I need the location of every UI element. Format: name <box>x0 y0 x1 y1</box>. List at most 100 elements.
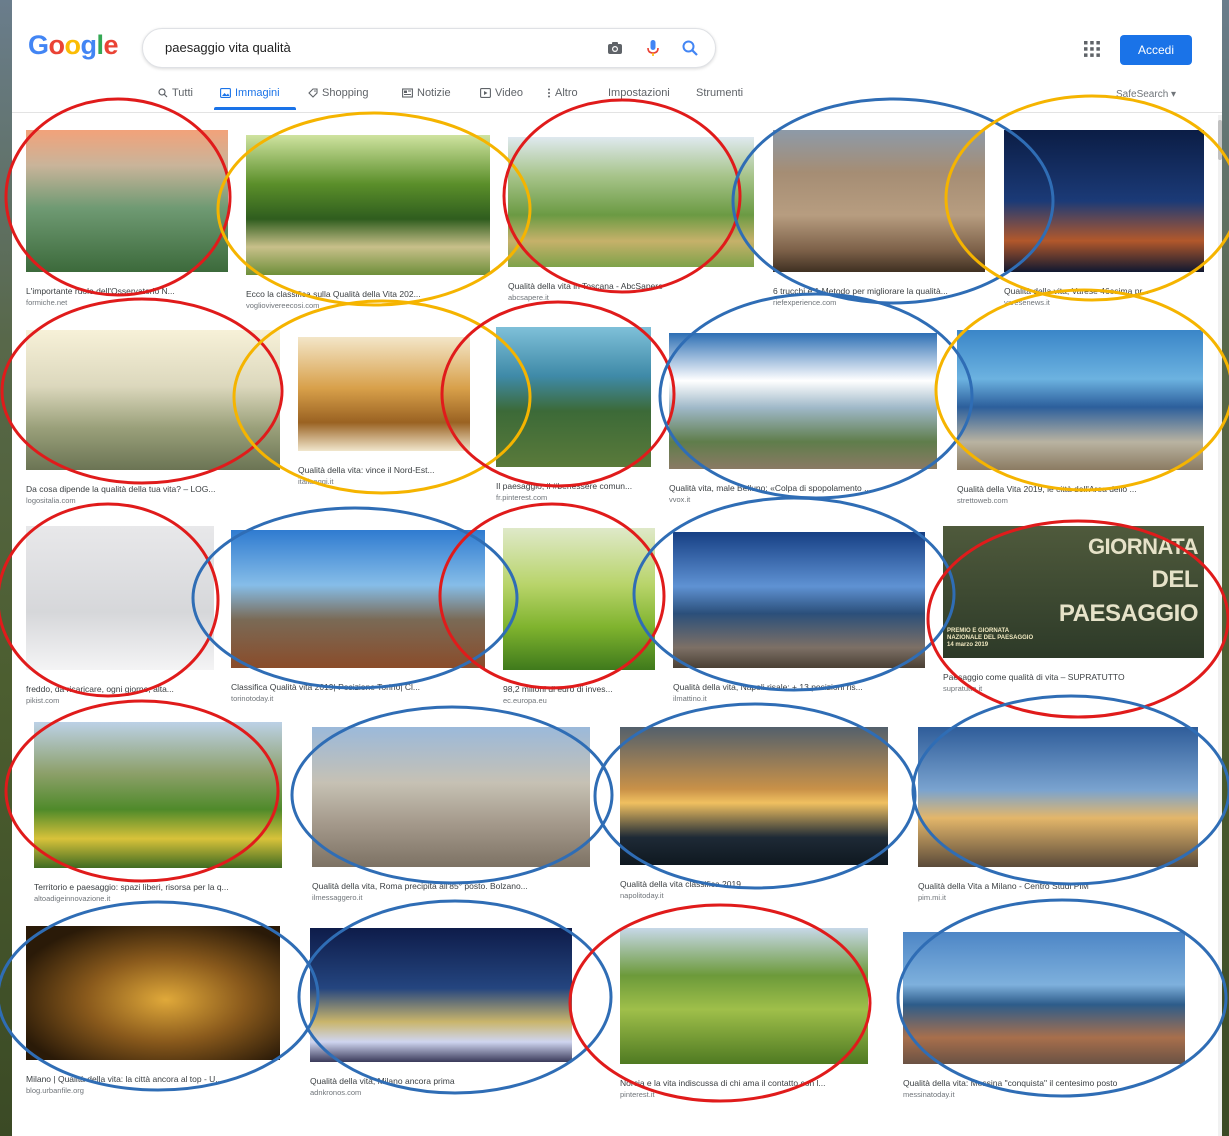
result-thumbnail[interactable] <box>903 932 1185 1064</box>
apps-grid-icon[interactable] <box>1083 40 1101 58</box>
result-caption[interactable]: Qualità della vita, Roma precipita all'8… <box>312 881 590 891</box>
image-result[interactable]: Qualità della vita, Roma precipita all'8… <box>312 727 590 902</box>
more-vert-icon <box>547 88 551 98</box>
image-result[interactable]: Il paesaggio, il #benessere comun... fr.p… <box>496 327 651 502</box>
image-result[interactable]: Classifica Qualità vita 2019| Posizione … <box>231 530 485 703</box>
result-caption[interactable]: Qualità della vita: vince il Nord-Est... <box>298 465 470 475</box>
result-caption[interactable]: Norcia e la vita indiscussa di chi ama i… <box>620 1078 868 1088</box>
result-caption[interactable]: Ecco la classifica sulla Qualità della V… <box>246 289 490 299</box>
result-thumbnail[interactable] <box>246 135 490 275</box>
result-thumbnail[interactable] <box>1004 130 1204 272</box>
result-caption[interactable]: Da cosa dipende la qualità della tua vit… <box>26 484 280 494</box>
tab-altro[interactable]: Altro <box>547 87 578 99</box>
result-thumbnail[interactable] <box>673 532 925 668</box>
search-box[interactable]: paesaggio vita qualità <box>142 28 716 68</box>
tab-label: Impostazioni <box>608 87 670 99</box>
result-source: pikist.com <box>26 696 60 705</box>
image-result[interactable]: Qualità della vita, Milano ancora prima a… <box>310 928 572 1097</box>
google-logo[interactable]: Google <box>28 30 119 61</box>
result-thumbnail[interactable] <box>669 333 937 469</box>
result-caption[interactable]: Qualità vita, male Belluno: «Colpa di sp… <box>669 483 937 493</box>
result-thumbnail[interactable] <box>620 727 888 865</box>
tab-tutti[interactable]: Tutti <box>158 87 193 99</box>
result-thumbnail[interactable] <box>26 130 228 272</box>
scrollbar-track[interactable] <box>1218 115 1222 1136</box>
result-caption[interactable]: Territorio e paesaggio: spazi liberi, ri… <box>34 882 282 892</box>
result-caption[interactable]: 6 trucchi e 1 Metodo per migliorare la q… <box>773 286 985 296</box>
result-caption[interactable]: Qualità della Vita 2019, le città dell'A… <box>957 484 1203 494</box>
search-icon[interactable] <box>680 38 700 58</box>
result-thumbnail[interactable] <box>310 928 572 1062</box>
image-result[interactable]: Norcia e la vita indiscussa di chi ama i… <box>620 928 868 1099</box>
result-caption[interactable]: Milano | Qualità della vita: la città an… <box>26 1074 280 1084</box>
result-caption[interactable]: Qualità della vita, Milano ancora prima <box>310 1076 572 1086</box>
result-caption[interactable]: Classifica Qualità vita 2019| Posizione … <box>231 682 485 692</box>
signin-button[interactable]: Accedi <box>1120 35 1192 65</box>
image-result[interactable]: Qualità della Vita 2019, le città dell'A… <box>957 330 1203 505</box>
result-caption[interactable]: freddo, da ricaricare, ogni giorno, alta… <box>26 684 214 694</box>
tab-label: Strumenti <box>696 87 744 99</box>
image-result[interactable]: GIORNATA DEL PAESAGGIO PREMIO E GIORNATA NAZ… <box>943 526 1204 693</box>
result-caption[interactable]: Qualità della vita, Napoli risale: + 13 … <box>673 682 925 692</box>
tab-video[interactable]: Video <box>480 87 523 99</box>
tag-icon <box>308 88 318 98</box>
scrollbar-thumb[interactable] <box>1218 120 1222 160</box>
result-caption[interactable]: 98,2 milioni di euro di inves... <box>503 684 655 694</box>
image-result[interactable]: Qualità vita, male Belluno: «Colpa di sp… <box>669 333 937 504</box>
image-result[interactable]: Qualità della vita: Messina "conquista" … <box>903 932 1185 1099</box>
result-source: blog.urbanfile.org <box>26 1086 84 1095</box>
poster-title-line: PAESAGGIO <box>1058 600 1199 627</box>
search-input[interactable]: paesaggio vita qualità <box>165 40 291 55</box>
image-result[interactable]: 98,2 milioni di euro di inves... ec.europ… <box>503 528 655 705</box>
result-thumbnail[interactable] <box>508 137 754 267</box>
tab-immagini[interactable]: Immagini <box>220 87 280 99</box>
tab-strumenti[interactable]: Strumenti <box>696 87 743 99</box>
result-caption[interactable]: Qualità della vita classifica 2019 <box>620 879 888 889</box>
image-result[interactable]: Qualità della vita classifica 2019 napoli… <box>620 727 888 900</box>
image-result[interactable]: Qualità della vita, Napoli risale: + 13 … <box>673 532 925 703</box>
google-images-page: Google paesaggio vita qualità Accedi Tut… <box>12 0 1222 1136</box>
tab-notizie[interactable]: Notizie <box>402 87 451 99</box>
result-caption[interactable]: Qualità della vita in Toscana - AbcSaper… <box>508 281 754 291</box>
image-result[interactable]: Milano | Qualità della vita: la città an… <box>26 926 280 1095</box>
search-icon <box>158 88 168 98</box>
image-result[interactable]: Qualità della vita in Toscana - AbcSaper… <box>508 137 754 302</box>
image-result[interactable]: Ecco la classifica sulla Qualità della V… <box>246 135 490 310</box>
result-caption[interactable]: Il paesaggio, il #benessere comun... <box>496 481 651 491</box>
image-result[interactable]: Qualità della Vita a Milano - Centro Stu… <box>918 727 1198 902</box>
tab-impostazioni[interactable]: Impostazioni <box>608 87 670 99</box>
image-result[interactable]: Territorio e paesaggio: spazi liberi, ri… <box>34 722 282 903</box>
image-result[interactable]: 6 trucchi e 1 Metodo per migliorare la q… <box>773 130 985 307</box>
result-thumbnail[interactable] <box>773 130 985 272</box>
active-tab-indicator <box>214 107 296 110</box>
microphone-icon[interactable] <box>643 38 663 58</box>
image-result[interactable]: Qualità della vita: vince il Nord-Est...… <box>298 337 470 486</box>
result-caption[interactable]: Qualità della vita: Messina "conquista" … <box>903 1078 1185 1088</box>
image-result[interactable]: freddo, da ricaricare, ogni giorno, alta… <box>26 526 214 705</box>
image-result[interactable]: Qualità della vita, Varese 46esima pr...… <box>1004 130 1204 307</box>
result-thumbnail[interactable] <box>26 330 280 470</box>
result-thumbnail[interactable] <box>34 722 282 868</box>
safesearch-toggle[interactable]: SafeSearch ▾ <box>1116 89 1176 100</box>
result-thumbnail[interactable] <box>26 526 214 670</box>
result-caption[interactable]: Qualità della Vita a Milano - Centro Stu… <box>918 881 1198 891</box>
image-result[interactable]: Da cosa dipende la qualità della tua vit… <box>26 330 280 505</box>
result-caption[interactable]: Paesaggio come qualità di vita – SUPRATU… <box>943 672 1204 682</box>
result-thumbnail[interactable] <box>496 327 651 467</box>
result-thumbnail[interactable] <box>620 928 868 1064</box>
logo-letter: g <box>80 30 98 60</box>
result-thumbnail[interactable] <box>298 337 470 451</box>
result-thumbnail[interactable] <box>231 530 485 668</box>
result-thumbnail[interactable]: GIORNATA DEL PAESAGGIO PREMIO E GIORNATA NAZ… <box>943 526 1204 658</box>
result-thumbnail[interactable] <box>957 330 1203 470</box>
result-thumbnail[interactable] <box>312 727 590 867</box>
result-caption[interactable]: L'importante ruolo dell'Osservatorio N..… <box>26 286 228 296</box>
result-caption[interactable]: Qualità della vita, Varese 46esima pr... <box>1004 286 1204 296</box>
result-thumbnail[interactable] <box>918 727 1198 867</box>
result-thumbnail[interactable] <box>26 926 280 1060</box>
camera-icon[interactable] <box>605 38 625 58</box>
result-thumbnail[interactable] <box>503 528 655 670</box>
result-source: ilmessaggero.it <box>312 893 363 902</box>
image-result[interactable]: L'importante ruolo dell'Osservatorio N..… <box>26 130 228 307</box>
tab-shopping[interactable]: Shopping <box>308 87 369 99</box>
